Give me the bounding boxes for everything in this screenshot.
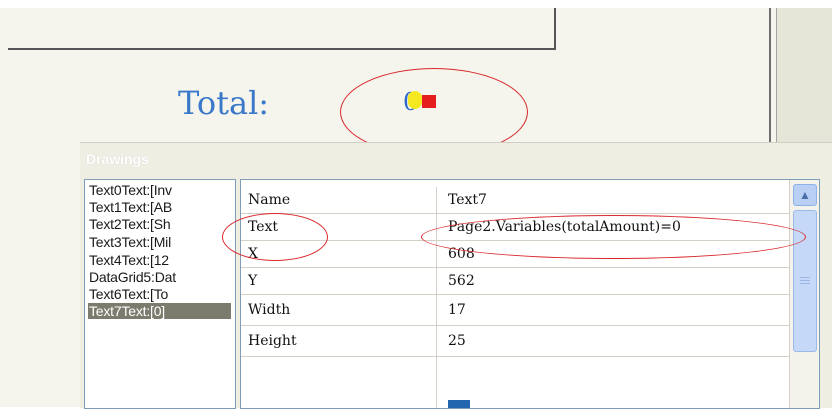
property-name: Text <box>241 214 437 240</box>
panel-title: Drawings <box>86 151 150 167</box>
list-item-selected[interactable]: Text7Text:[0] <box>88 303 231 319</box>
property-row-partial[interactable] <box>241 357 791 408</box>
property-value[interactable]: 608 <box>438 241 791 267</box>
property-name: Name <box>241 187 437 213</box>
property-name <box>241 357 437 408</box>
property-row[interactable]: Text Page2.Variables(totalAmount)=0 <box>241 214 791 241</box>
property-name: X <box>241 241 437 267</box>
grip-line <box>800 280 810 281</box>
total-label[interactable]: Total: <box>178 84 269 122</box>
property-row[interactable]: Width 17 <box>241 295 791 326</box>
list-item[interactable]: Text0Text:[Inv <box>89 182 229 198</box>
property-row[interactable]: Height 25 <box>241 326 791 357</box>
property-value[interactable]: 17 <box>438 295 791 325</box>
drawings-list[interactable]: Text0Text:[Inv Text1Text:[AB Text2Text:[… <box>84 179 236 409</box>
property-row[interactable]: X 608 <box>241 241 791 268</box>
property-value[interactable]: Text7 <box>438 187 791 213</box>
property-row[interactable]: Y 562 <box>241 268 791 295</box>
list-item[interactable]: Text6Text:[To <box>89 286 229 302</box>
property-row[interactable]: Name Text7 <box>241 187 791 214</box>
grip-line <box>800 277 810 278</box>
page-edge-line <box>769 8 771 160</box>
chevron-up-icon[interactable]: ▲ <box>793 184 817 206</box>
property-value[interactable] <box>438 357 791 408</box>
property-value[interactable]: 25 <box>438 326 791 356</box>
property-name: Height <box>241 326 437 356</box>
property-name: Width <box>241 295 437 325</box>
property-value[interactable]: Page2.Variables(totalAmount)=0 <box>438 214 791 240</box>
grip-line <box>800 283 810 284</box>
vertical-scrollbar[interactable]: ▲ <box>789 180 819 408</box>
scroll-thumb[interactable] <box>793 210 817 352</box>
property-grid[interactable]: Name Text7 Text Page2.Variables(totalAmo… <box>240 179 820 409</box>
list-item[interactable]: DataGrid5:Dat <box>89 269 229 285</box>
top-margin <box>0 0 832 8</box>
page-region-box <box>8 8 556 50</box>
color-swatch[interactable] <box>448 400 470 408</box>
list-item[interactable]: Text3Text:[Mil <box>89 234 229 250</box>
property-value[interactable]: 562 <box>438 268 791 294</box>
list-item[interactable]: Text1Text:[AB <box>89 199 229 215</box>
list-item[interactable]: Text2Text:[Sh <box>89 216 229 232</box>
canvas-gutter <box>777 8 832 160</box>
list-item[interactable]: Text4Text:[12 <box>89 252 229 268</box>
property-name: Y <box>241 268 437 294</box>
